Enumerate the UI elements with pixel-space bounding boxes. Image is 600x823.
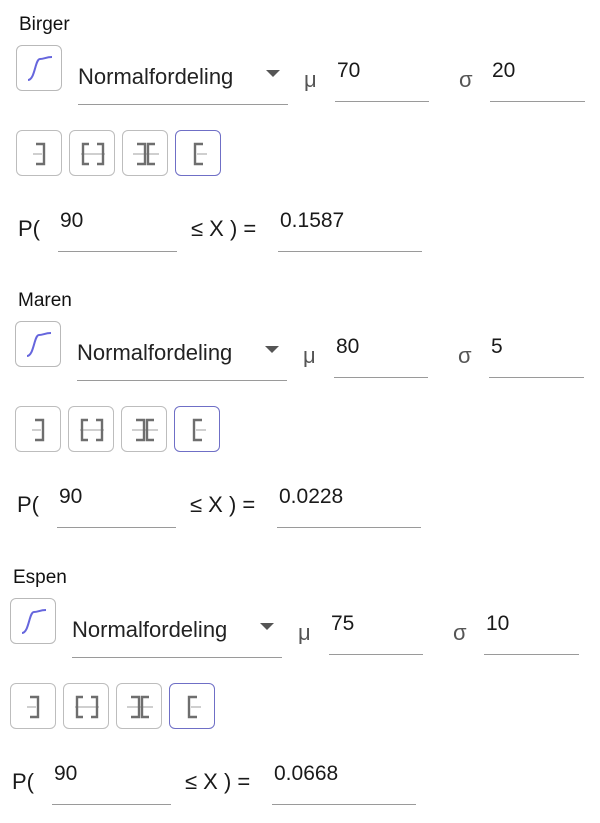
distribution-select[interactable]: Normalfordeling xyxy=(78,55,288,105)
select-underline xyxy=(72,657,282,658)
section-title: Birger xyxy=(19,14,70,35)
select-underline xyxy=(77,380,287,381)
mu-label: μ xyxy=(304,67,317,92)
mu-input[interactable]: 80 xyxy=(334,331,428,378)
sigma-label: σ xyxy=(458,343,472,368)
two-tailed-button[interactable] xyxy=(116,683,162,729)
prob-middle: ≤ X ) = xyxy=(190,492,256,517)
prob-prefix: P( xyxy=(18,216,40,241)
lower-bound-input[interactable]: 90 xyxy=(52,758,171,805)
lower-bound-value: 90 xyxy=(59,485,83,508)
lower-bound-value: 90 xyxy=(54,762,78,785)
sigma-value: 20 xyxy=(492,59,516,82)
probability-section-espen: Espen Normalfordeling μ 75 σ 10 P(90 ≤ … xyxy=(0,553,594,823)
distribution-graph-button[interactable] xyxy=(16,45,62,91)
distribution-select-value: Normalfordeling xyxy=(78,64,234,89)
two-tailed-button[interactable] xyxy=(122,130,168,176)
two-sided-button[interactable] xyxy=(68,406,114,452)
section-title: Espen xyxy=(13,567,67,588)
lower-bound-input[interactable]: 90 xyxy=(57,481,176,528)
sigma-value: 5 xyxy=(491,335,503,358)
probability-value: 0.0668 xyxy=(274,762,339,785)
mu-value: 80 xyxy=(336,335,360,358)
left-sided-button[interactable] xyxy=(16,130,62,176)
mu-value: 75 xyxy=(331,612,355,635)
mu-label: μ xyxy=(303,343,316,368)
two-sided-button[interactable] xyxy=(69,130,115,176)
left-sided-button[interactable] xyxy=(15,406,61,452)
sigma-input[interactable]: 5 xyxy=(489,331,584,378)
prob-middle: ≤ X ) = xyxy=(185,769,251,794)
distribution-select[interactable]: Normalfordeling xyxy=(77,331,287,381)
mu-value: 70 xyxy=(337,59,361,82)
mu-input[interactable]: 70 xyxy=(335,55,429,102)
two-sided-button[interactable] xyxy=(63,683,109,729)
distribution-select-value: Normalfordeling xyxy=(77,340,233,365)
two-tailed-button[interactable] xyxy=(121,406,167,452)
mu-input[interactable]: 75 xyxy=(329,608,423,655)
lower-bound-input[interactable]: 90 xyxy=(58,205,177,252)
sigma-value: 10 xyxy=(486,612,510,635)
select-underline xyxy=(78,104,288,105)
chevron-down-icon xyxy=(260,623,274,630)
chevron-down-icon xyxy=(266,70,280,77)
prob-prefix: P( xyxy=(17,492,39,517)
sigma-label: σ xyxy=(453,620,467,645)
probability-section-birger: Birger Normalfordeling μ 70 σ 20 P(90 ≤… xyxy=(0,0,600,270)
probability-section-maren: Maren Normalfordeling μ 80 σ 5 P(90 ≤ X… xyxy=(0,276,599,546)
chevron-down-icon xyxy=(265,346,279,353)
mu-label: μ xyxy=(298,620,311,645)
prob-middle: ≤ X ) = xyxy=(191,216,257,241)
probability-value: 0.0228 xyxy=(279,485,344,508)
right-sided-button[interactable] xyxy=(174,406,220,452)
lower-bound-value: 90 xyxy=(60,209,84,232)
probability-result[interactable]: 0.1587 xyxy=(278,205,422,252)
probability-value: 0.1587 xyxy=(280,209,345,232)
probability-result[interactable]: 0.0668 xyxy=(272,758,416,805)
distribution-graph-button[interactable] xyxy=(10,598,56,644)
section-title: Maren xyxy=(18,290,72,311)
sigma-input[interactable]: 10 xyxy=(484,608,579,655)
prob-prefix: P( xyxy=(12,769,34,794)
distribution-select[interactable]: Normalfordeling xyxy=(72,608,282,658)
right-sided-button[interactable] xyxy=(169,683,215,729)
probability-result[interactable]: 0.0228 xyxy=(277,481,421,528)
sigma-input[interactable]: 20 xyxy=(490,55,585,102)
distribution-select-value: Normalfordeling xyxy=(72,617,228,642)
left-sided-button[interactable] xyxy=(10,683,56,729)
right-sided-button[interactable] xyxy=(175,130,221,176)
distribution-graph-button[interactable] xyxy=(15,321,61,367)
sigma-label: σ xyxy=(459,67,473,92)
